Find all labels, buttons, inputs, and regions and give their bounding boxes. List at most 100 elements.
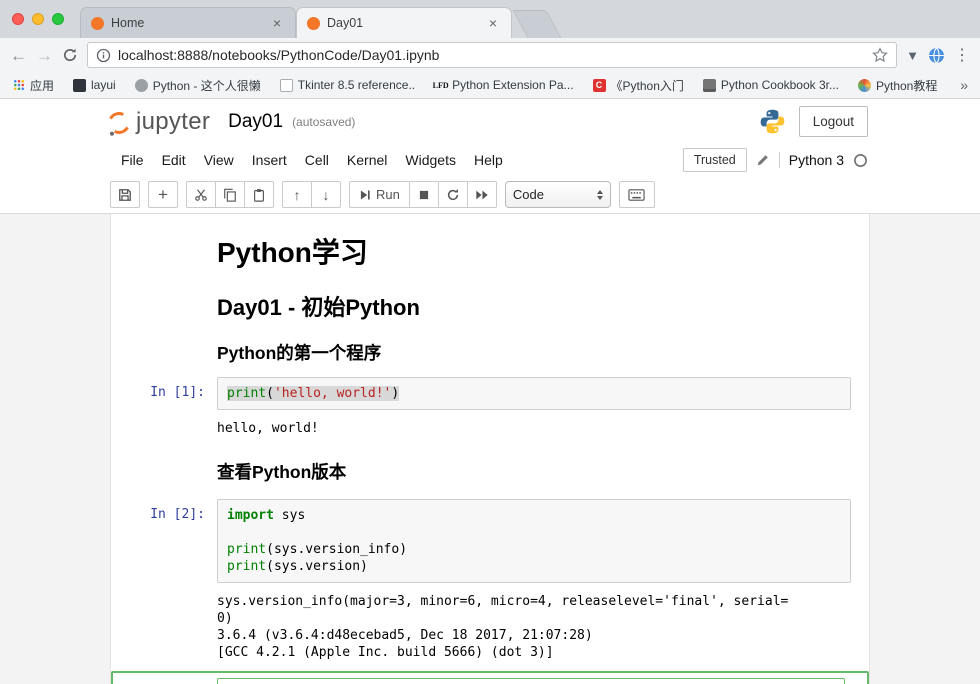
divider [779,152,780,168]
extension-globe-icon[interactable] [928,47,945,64]
bookmark-tkinter-reference[interactable]: Tkinter 8.5 reference.. [280,78,415,92]
code-input-1[interactable]: print('hello, world!') [217,377,851,410]
menu-insert[interactable]: Insert [243,146,296,174]
zoom-window-button[interactable] [52,13,64,25]
restart-kernel-button[interactable] [438,181,468,208]
notebook-heading-1: Python学习 [217,236,851,270]
bookmark-apps[interactable]: 应用 [12,77,54,94]
fast-forward-icon [475,188,489,202]
close-window-button[interactable] [12,13,24,25]
bookmark-python-extension[interactable]: LFD Python Extension Pa... [434,78,573,92]
notebook-heading-2: Day01 - 初始Python [217,294,851,322]
menu-widgets[interactable]: Widgets [396,146,465,174]
jupyter-logo[interactable]: jupyter [108,110,210,134]
arrow-up-icon: ↑ [294,188,301,202]
bookmark-label: layui [91,78,116,92]
bookmark-label: 应用 [30,77,54,94]
tab-close-icon[interactable]: × [485,15,501,31]
restart-icon [446,188,460,202]
code-cell-1[interactable]: In [1]: print('hello, world!') [111,377,869,410]
jupyter-favicon-icon [91,17,104,30]
forward-icon[interactable]: → [36,47,53,64]
restart-run-all-button[interactable] [467,181,497,208]
logout-button[interactable]: Logout [799,106,868,137]
tab-home[interactable]: Home × [80,7,296,38]
extension-triangle-icon[interactable]: ▼ [906,48,919,63]
menu-kernel[interactable]: Kernel [338,146,396,174]
lfd-favicon-icon: LFD [434,79,447,92]
bookmark-layui[interactable]: layui [73,78,116,92]
bookmark-label: Python - 这个人很懒 [153,77,261,94]
code-cell-3-selected[interactable]: In [ ]: [111,671,869,684]
minimize-window-button[interactable] [32,13,44,25]
output-text: sys.version_info(major=3, minor=6, micro… [217,583,851,665]
notebook-toolbar: + ↑ ↓ Ru [0,176,980,213]
move-cell-down-button[interactable]: ↓ [311,181,341,208]
code-cell-2[interactable]: In [2]: import sys print(sys.version_inf… [111,499,869,583]
jupyter-wordmark: jupyter [136,110,210,134]
page-info-icon[interactable] [96,48,111,63]
paste-cell-button[interactable] [244,181,274,208]
bookmark-python-blog[interactable]: Python - 这个人很懒 [135,77,261,94]
bookmark-label: Python Cookbook 3r... [721,78,839,92]
trusted-button[interactable]: Trusted [683,148,747,172]
output-cell-1: hello, world! [111,410,869,441]
markdown-cell-h1[interactable]: Python学习 [111,230,869,270]
copy-cell-button[interactable] [215,181,245,208]
layui-favicon-icon [73,79,86,92]
new-tab-button[interactable] [513,10,562,38]
tab-day01[interactable]: Day01 × [296,7,512,38]
notebook-title[interactable]: Day01 [228,111,283,133]
colorful-favicon-icon [858,79,871,92]
bookmarks-bar: 应用 layui Python - 这个人很懒 Tkinter 8.5 refe… [0,72,980,99]
interrupt-kernel-button[interactable] [409,181,439,208]
jupyter-planet-icon [105,109,133,137]
browser-menu-icon[interactable]: ⋮ [954,45,970,65]
add-cell-button[interactable]: + [148,181,178,208]
kernel-idle-icon [853,153,868,168]
bookmark-star-icon[interactable] [872,47,888,63]
bookmarks-overflow-icon[interactable]: » [960,77,968,93]
menu-help[interactable]: Help [465,146,512,174]
c-favicon-icon: C [593,79,606,92]
menu-edit[interactable]: Edit [153,146,195,174]
input-prompt: In [2]: [111,499,217,583]
bookmark-label: Python教程 [876,77,937,94]
tab-home-label: Home [111,16,269,30]
autosave-status: (autosaved) [292,115,355,129]
gray-favicon-icon [135,79,148,92]
copy-icon [223,188,237,202]
menu-cell[interactable]: Cell [296,146,338,174]
command-palette-button[interactable] [619,181,655,208]
tab-strip: Home × Day01 × [80,7,512,38]
code-input-2[interactable]: import sys print(sys.version_info) print… [217,499,851,583]
code-input-3[interactable] [217,678,845,684]
python-logo-icon [759,108,786,135]
bookmark-label: Tkinter 8.5 reference.. [298,78,415,92]
menu-file[interactable]: File [112,146,153,174]
document-favicon-icon [280,79,293,92]
markdown-cell-h3-second[interactable]: 查看Python版本 [111,441,869,483]
cell-type-value: Code [513,187,544,202]
save-button[interactable] [110,181,140,208]
bookmark-python-cookbook[interactable]: Python Cookbook 3r... [703,78,839,92]
titlebar: Home × Day01 × [0,0,980,38]
cut-cell-button[interactable] [186,181,216,208]
run-cell-button[interactable]: Run [349,181,410,208]
browser-toolbar: ← → localhost:8888/notebooks/PythonCode/… [0,38,980,72]
reload-icon[interactable] [62,47,78,63]
bookmark-python-jiaocheng[interactable]: Python教程 [858,77,937,94]
output-cell-2: sys.version_info(major=3, minor=6, micro… [111,583,869,665]
markdown-cell-h2[interactable]: Day01 - 初始Python [111,270,869,322]
menu-view[interactable]: View [195,146,243,174]
markdown-cell-h3-first[interactable]: Python的第一个程序 [111,322,869,364]
address-bar[interactable]: localhost:8888/notebooks/PythonCode/Day0… [87,42,897,68]
tab-close-icon[interactable]: × [269,15,285,31]
cell-type-select[interactable]: Code [505,181,611,208]
move-cell-up-button[interactable]: ↑ [282,181,312,208]
notebook-background: Python学习 Day01 - 初始Python Python的第一个程序 I… [0,213,980,684]
scissors-icon [194,188,208,202]
bookmark-python-rumen[interactable]: C 《Python入门 [593,77,684,94]
back-icon[interactable]: ← [10,47,27,64]
book-favicon-icon [703,79,716,92]
